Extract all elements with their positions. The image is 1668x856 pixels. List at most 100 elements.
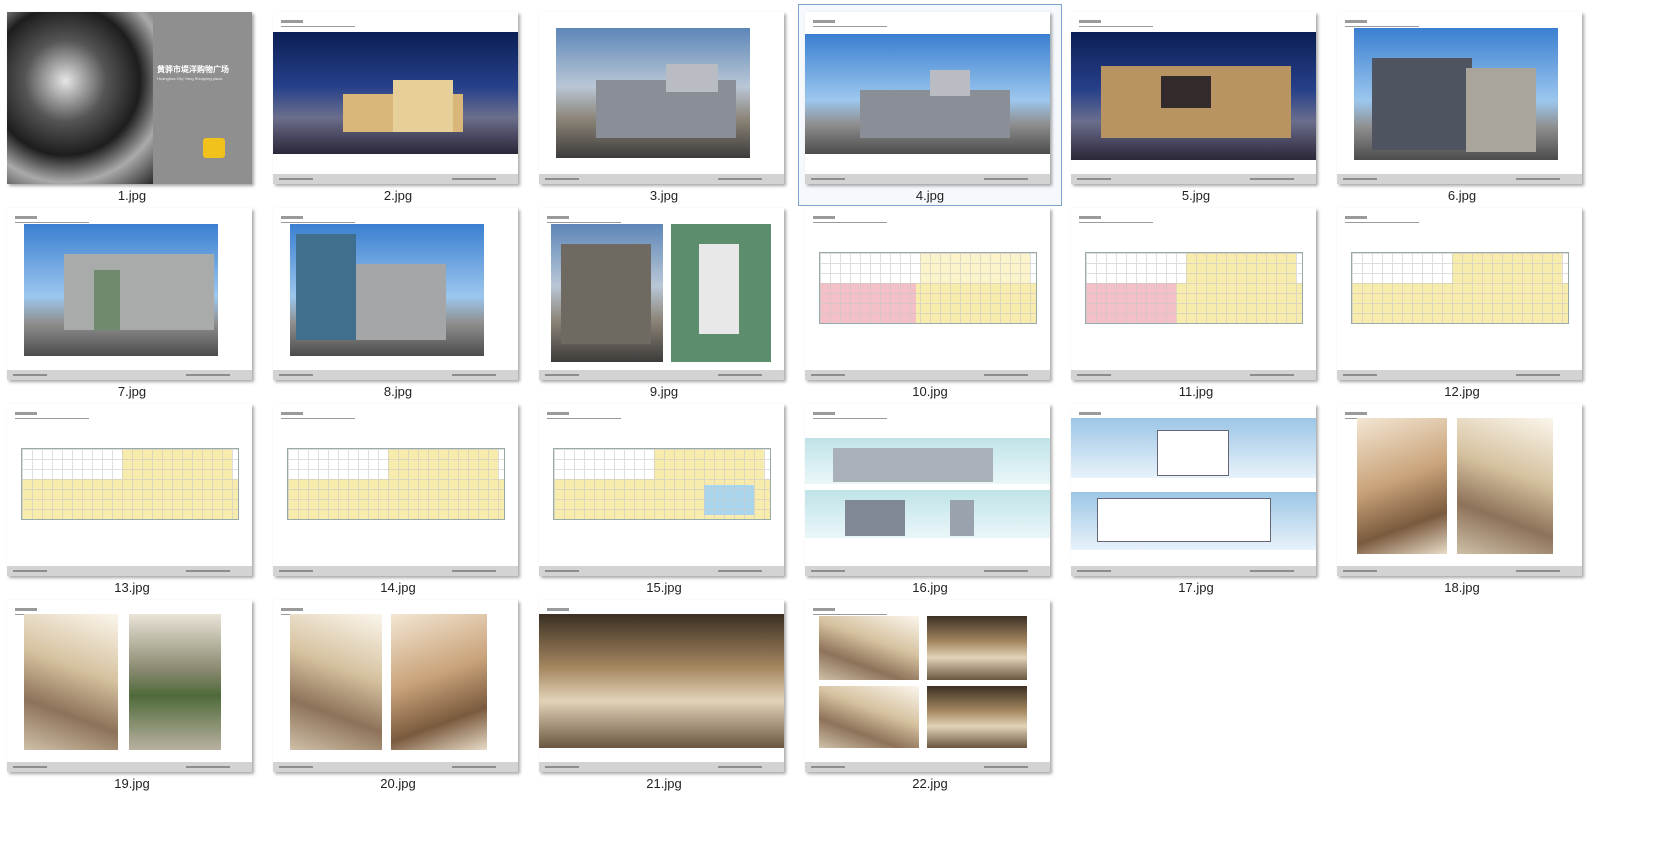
page-footer	[805, 762, 1050, 772]
thumbnail-floor-plan	[273, 404, 518, 576]
page-header	[1079, 216, 1153, 223]
floor-plan	[21, 448, 239, 520]
file-name: 17.jpg	[1178, 580, 1214, 595]
floor-plan	[1085, 252, 1303, 324]
thumbnail-day-exterior	[1337, 12, 1582, 184]
thumbnail-interior	[539, 600, 784, 772]
thumbnail-floor-plan	[539, 404, 784, 576]
page-footer	[273, 174, 518, 184]
interior-photo	[539, 614, 784, 748]
page-header	[1345, 20, 1419, 27]
file-item-19[interactable]: 19.jpg	[0, 592, 264, 794]
file-item-3[interactable]: 3.jpg	[532, 4, 796, 206]
page-header	[281, 412, 355, 419]
file-item-6[interactable]: 6.jpg	[1330, 4, 1594, 206]
file-item-14[interactable]: 14.jpg	[266, 396, 530, 598]
interior-photo	[1457, 418, 1553, 554]
cover-subtitle: Huanghua City Yang Shopping plaza	[157, 76, 223, 81]
interior-photo	[24, 614, 118, 750]
exterior-photo	[551, 224, 663, 362]
interior-photo	[290, 614, 382, 750]
file-item-1[interactable]: 黄骅市堤洋购物广场 Huanghua City Yang Shopping pl…	[0, 4, 264, 206]
night-exterior-photo	[1071, 32, 1316, 160]
page-footer	[1071, 174, 1316, 184]
floor-plan	[553, 448, 771, 520]
file-item-20[interactable]: 20.jpg	[266, 592, 530, 794]
interior-photo	[819, 686, 919, 748]
file-item-9[interactable]: 9.jpg	[532, 200, 796, 402]
interior-photo	[819, 616, 919, 680]
file-item-21[interactable]: 21.jpg	[532, 592, 796, 794]
page-footer	[1071, 370, 1316, 380]
file-item-13[interactable]: 13.jpg	[0, 396, 264, 598]
thumbnail-floor-plan	[7, 404, 252, 576]
cover-panel	[153, 12, 252, 184]
file-item-11[interactable]: 11.jpg	[1064, 200, 1328, 402]
file-item-7[interactable]: 7.jpg	[0, 200, 264, 402]
page-footer	[805, 174, 1050, 184]
page-header	[813, 216, 887, 223]
thumbnail-day-exterior	[273, 208, 518, 380]
interior-photo	[1357, 418, 1447, 554]
file-item-5[interactable]: 5.jpg	[1064, 4, 1328, 206]
page-footer	[273, 566, 518, 576]
file-name: 18.jpg	[1444, 580, 1480, 595]
interior-photo	[129, 614, 221, 750]
file-item-16[interactable]: 16.jpg	[798, 396, 1062, 598]
thumbnail-night-exterior	[1071, 12, 1316, 184]
file-thumbnail-grid: 黄骅市堤洋购物广场 Huanghua City Yang Shopping pl…	[0, 0, 1668, 856]
exterior-photo	[556, 28, 750, 158]
elevation-top	[805, 438, 1050, 484]
section-bottom	[1071, 492, 1316, 550]
file-name: 19.jpg	[114, 776, 150, 791]
cover-title: 黄骅市堤洋购物广场	[157, 65, 229, 74]
thumbnail-interior	[7, 600, 252, 772]
page-header	[15, 216, 89, 223]
elevation-bottom	[805, 490, 1050, 538]
page-footer	[1337, 566, 1582, 576]
file-item-2[interactable]: 2.jpg	[266, 4, 530, 206]
file-name: 22.jpg	[912, 776, 948, 791]
cover-atrium-photo	[7, 12, 153, 184]
interior-photo	[927, 616, 1027, 680]
file-item-4[interactable]: 4.jpg	[798, 4, 1062, 206]
interior-photo	[391, 614, 487, 750]
page-footer	[273, 762, 518, 772]
thumbnail-floor-plan	[1337, 208, 1582, 380]
night-exterior-photo	[273, 32, 518, 154]
thumbnail-interior	[273, 600, 518, 772]
file-item-10[interactable]: 10.jpg	[798, 200, 1062, 402]
thumbnail-elevation	[805, 404, 1050, 576]
file-item-18[interactable]: 18.jpg	[1330, 396, 1594, 598]
page-header	[281, 216, 355, 223]
exterior-photo	[805, 34, 1050, 154]
file-item-17[interactable]: 17.jpg	[1064, 396, 1328, 598]
page-footer	[273, 370, 518, 380]
thumbnail-cover: 黄骅市堤洋购物广场 Huanghua City Yang Shopping pl…	[7, 12, 252, 184]
page-footer	[539, 174, 784, 184]
floor-plan	[287, 448, 505, 520]
section-top	[1071, 418, 1316, 478]
thumbnail-night-exterior	[273, 12, 518, 184]
page-footer	[805, 370, 1050, 380]
exterior-photo	[290, 224, 484, 356]
file-item-22[interactable]: 22.jpg	[798, 592, 1062, 794]
page-header	[1345, 216, 1419, 223]
interior-photo	[927, 686, 1027, 748]
file-name: 21.jpg	[646, 776, 682, 791]
floor-plan	[1351, 252, 1569, 324]
page-footer	[1337, 370, 1582, 380]
file-item-15[interactable]: 15.jpg	[532, 396, 796, 598]
page-footer	[805, 566, 1050, 576]
page-header	[1079, 20, 1153, 27]
logo-icon	[203, 138, 225, 158]
page-header	[547, 412, 621, 419]
file-item-12[interactable]: 12.jpg	[1330, 200, 1594, 402]
file-item-8[interactable]: 8.jpg	[266, 200, 530, 402]
page-footer	[7, 566, 252, 576]
page-footer	[1337, 174, 1582, 184]
page-footer	[539, 566, 784, 576]
thumbnail-interior	[805, 600, 1050, 772]
page-header	[813, 20, 887, 27]
page-footer	[539, 762, 784, 772]
